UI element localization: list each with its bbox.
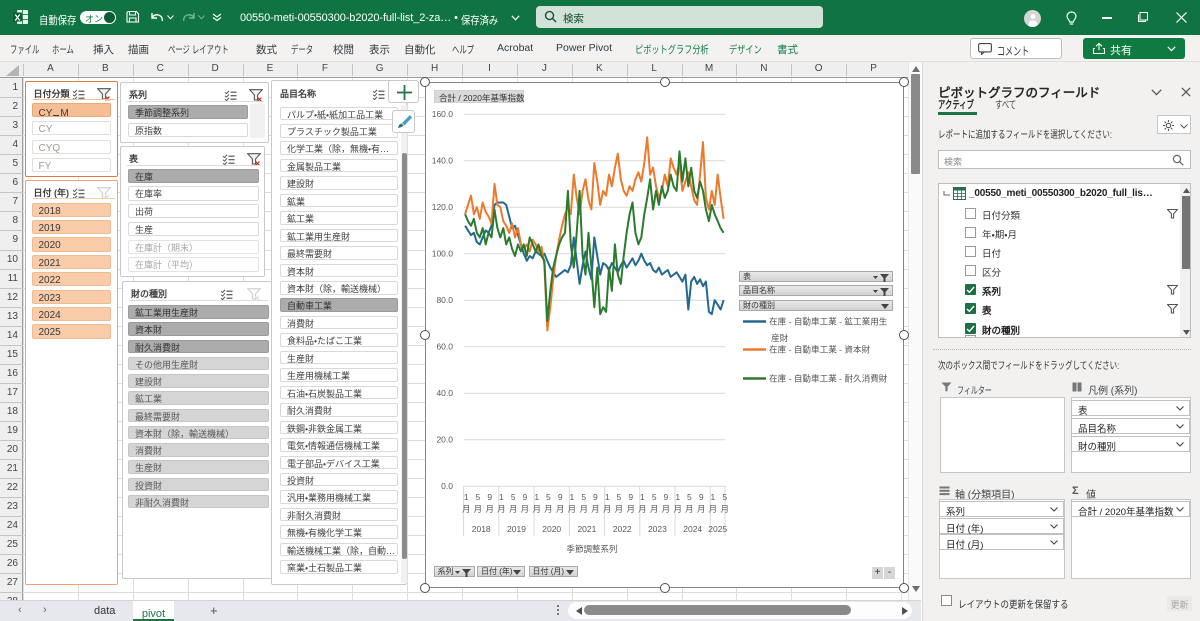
svg-text:月: 月: [509, 504, 518, 514]
svg-text:在庫 - 自動車工業 - 鉱工業用生: 在庫 - 自動車工業 - 鉱工業用生: [769, 316, 888, 327]
svg-text:5: 5: [581, 492, 586, 502]
svg-text:1: 1: [499, 492, 504, 502]
svg-text:月: 月: [673, 504, 682, 514]
svg-text:月: 月: [532, 504, 541, 514]
svg-text:月: 月: [591, 504, 600, 514]
svg-text:60.0: 60.0: [436, 342, 453, 352]
svg-text:月: 月: [720, 504, 729, 514]
svg-text:月: 月: [626, 504, 635, 514]
svg-text:月: 月: [638, 504, 647, 514]
svg-text:9: 9: [523, 492, 528, 502]
svg-text:2025: 2025: [708, 524, 727, 534]
svg-text:5: 5: [511, 492, 516, 502]
svg-text:1: 1: [711, 492, 716, 502]
svg-text:9: 9: [487, 492, 492, 502]
svg-text:2023: 2023: [648, 524, 667, 534]
svg-text:0.0: 0.0: [441, 481, 453, 491]
svg-text:40.0: 40.0: [436, 388, 453, 398]
svg-text:20.0: 20.0: [436, 435, 453, 445]
svg-text:月: 月: [579, 504, 588, 514]
svg-text:2022: 2022: [613, 524, 632, 534]
svg-text:在庫 - 自動車工業 - 資本財: 在庫 - 自動車工業 - 資本財: [769, 344, 871, 355]
svg-text:100.0: 100.0: [432, 249, 454, 259]
svg-text:1: 1: [570, 492, 575, 502]
svg-text:月: 月: [474, 504, 483, 514]
svg-text:1: 1: [464, 492, 469, 502]
svg-text:月: 月: [662, 504, 671, 514]
svg-text:9: 9: [664, 492, 669, 502]
svg-text:140.0: 140.0: [432, 156, 454, 166]
svg-text:月: 月: [497, 504, 506, 514]
svg-text:9: 9: [699, 492, 704, 502]
svg-text:月: 月: [556, 504, 565, 514]
svg-text:月: 月: [697, 504, 706, 514]
svg-text:2021: 2021: [577, 524, 596, 534]
svg-text:80.0: 80.0: [436, 295, 453, 305]
svg-text:1: 1: [605, 492, 610, 502]
svg-text:産財: 産財: [771, 332, 789, 343]
svg-text:160.0: 160.0: [432, 109, 454, 119]
svg-text:5: 5: [652, 492, 657, 502]
svg-text:月: 月: [568, 504, 577, 514]
svg-text:2024: 2024: [683, 524, 702, 534]
svg-text:5: 5: [722, 492, 727, 502]
svg-text:1: 1: [675, 492, 680, 502]
svg-text:9: 9: [558, 492, 563, 502]
svg-text:月: 月: [603, 504, 612, 514]
svg-text:1: 1: [534, 492, 539, 502]
svg-text:月: 月: [544, 504, 553, 514]
svg-text:月: 月: [709, 504, 718, 514]
svg-text:月: 月: [462, 504, 471, 514]
svg-text:9: 9: [593, 492, 598, 502]
svg-text:120.0: 120.0: [432, 202, 454, 212]
svg-text:季節調整系列: 季節調整系列: [566, 544, 617, 554]
svg-text:9: 9: [628, 492, 633, 502]
svg-text:5: 5: [687, 492, 692, 502]
svg-text:月: 月: [685, 504, 694, 514]
svg-text:月: 月: [485, 504, 494, 514]
svg-text:2020: 2020: [542, 524, 561, 534]
svg-text:月: 月: [650, 504, 659, 514]
svg-text:月: 月: [521, 504, 530, 514]
svg-text:5: 5: [476, 492, 481, 502]
svg-text:月: 月: [615, 504, 624, 514]
svg-text:2019: 2019: [507, 524, 526, 534]
svg-text:5: 5: [617, 492, 622, 502]
svg-text:1: 1: [640, 492, 645, 502]
svg-text:在庫 - 自動車工業 - 耐久消費財: 在庫 - 自動車工業 - 耐久消費財: [769, 373, 888, 384]
svg-text:2018: 2018: [472, 524, 491, 534]
svg-text:5: 5: [546, 492, 551, 502]
